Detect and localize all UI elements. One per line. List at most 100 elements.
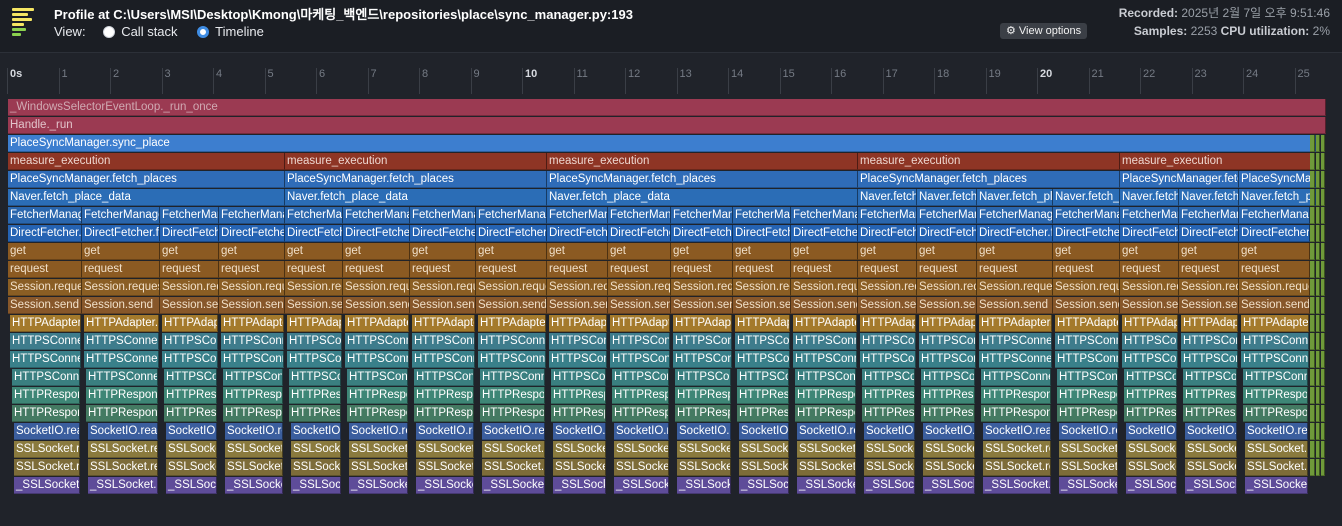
flame-frame[interactable]: get	[476, 243, 547, 260]
flame-frame[interactable]: Naver.fetch_place_data	[1239, 189, 1316, 206]
flame-frame[interactable]: HTTPSConnection.getresponse	[289, 369, 341, 386]
flame-frame[interactable]: HTTPSConnectionPool._make_request	[549, 351, 607, 368]
flame-frame[interactable]: get	[671, 243, 733, 260]
flame-frame[interactable]: get	[858, 243, 917, 260]
flame-frame[interactable]: request	[977, 261, 1053, 278]
flame-sliver[interactable]	[1316, 333, 1320, 350]
flame-frame[interactable]: HTTPResponse._read_status	[737, 405, 789, 422]
flame-frame[interactable]: HTTPSConnection.getresponse	[480, 369, 545, 386]
flame-frame[interactable]: Session.send	[476, 297, 547, 314]
flame-frame[interactable]: Naver.fetch_place_data	[858, 189, 917, 206]
flame-frame[interactable]: SocketIO.readinto	[739, 423, 789, 440]
flame-frame[interactable]: PlaceSyncManager.fetch_places	[285, 171, 547, 188]
flame-frame[interactable]: HTTPSConnectionPool.urlopen	[221, 333, 284, 350]
flame-sliver[interactable]	[1321, 387, 1325, 404]
flame-frame[interactable]: HTTPSConnectionPool._make_request	[610, 351, 670, 368]
flame-frame[interactable]: HTTPResponse.begin	[1124, 387, 1177, 404]
flame-frame[interactable]: Session.request	[917, 279, 977, 296]
flame-frame[interactable]: measure_execution	[1120, 153, 1314, 170]
flame-sliver[interactable]	[1310, 189, 1315, 206]
flame-sliver[interactable]	[1321, 243, 1325, 260]
flame-frame[interactable]: HTTPResponse._read_status	[795, 405, 856, 422]
flame-frame[interactable]: HTTPAdapter.send	[345, 315, 409, 332]
flame-frame[interactable]: HTTPSConnection.getresponse	[1243, 369, 1308, 386]
flame-frame[interactable]: HTTPAdapter.send	[1055, 315, 1119, 332]
flame-frame[interactable]: Session.request	[410, 279, 476, 296]
flame-frame[interactable]: FetcherManager.fetch	[547, 207, 608, 224]
flame-frame[interactable]: _SSLSocket.read	[1059, 477, 1118, 494]
flame-frame[interactable]: get	[608, 243, 671, 260]
flame-frame[interactable]: HTTPSConnectionPool._make_request	[1241, 351, 1309, 368]
flame-frame[interactable]: Session.send	[1179, 297, 1239, 314]
flame-frame[interactable]: SSLSocket.read	[14, 459, 80, 476]
flame-frame[interactable]: DirectFetcher.fetch	[1179, 225, 1239, 242]
flame-sliver[interactable]	[1321, 135, 1325, 152]
flame-sliver[interactable]	[1316, 225, 1320, 242]
flame-frame[interactable]: DirectFetcher.fetch	[791, 225, 858, 242]
flame-frame[interactable]: Naver.fetch_place_data	[8, 189, 285, 206]
flame-frame[interactable]: HTTPResponse.begin	[223, 387, 283, 404]
flame-frame[interactable]: HTTPSConnectionPool.urlopen	[735, 333, 790, 350]
flame-sliver[interactable]	[1316, 405, 1320, 422]
flame-sliver[interactable]	[1321, 333, 1325, 350]
flame-frame[interactable]: HTTPSConnectionPool._make_request	[793, 351, 857, 368]
flame-frame[interactable]: HTTPSConnectionPool.urlopen	[919, 333, 976, 350]
flame-frame[interactable]: HTTPResponse.begin	[1243, 387, 1308, 404]
flame-frame[interactable]: HTTPAdapter.send	[860, 315, 916, 332]
flame-frame[interactable]: SSLSocket.recv_into	[416, 441, 474, 458]
flame-frame[interactable]: Session.request	[160, 279, 219, 296]
flame-frame[interactable]: FetcherManager.fetch	[160, 207, 219, 224]
flame-frame[interactable]: FetcherManager.fetch	[608, 207, 671, 224]
flame-frame[interactable]: FetcherManager.fetch	[343, 207, 410, 224]
flame-frame[interactable]: _SSLSocket.read	[614, 477, 669, 494]
flame-frame[interactable]: HTTPResponse._read_status	[12, 405, 80, 422]
flame-frame[interactable]: FetcherManager.fetch	[219, 207, 285, 224]
flame-sliver[interactable]	[1321, 189, 1325, 206]
flame-sliver[interactable]	[1316, 189, 1320, 206]
flame-frame[interactable]: Session.send	[671, 297, 733, 314]
flame-sliver[interactable]	[1310, 297, 1315, 314]
flame-frame[interactable]: HTTPSConnectionPool.urlopen	[793, 333, 857, 350]
flame-frame[interactable]: _WindowsSelectorEventLoop._run_once	[8, 99, 1326, 116]
flame-frame[interactable]: HTTPSConnection.getresponse	[1124, 369, 1177, 386]
flame-frame[interactable]: Session.request	[1239, 279, 1310, 296]
flame-frame[interactable]: HTTPSConnectionPool._make_request	[860, 351, 916, 368]
flame-frame[interactable]: get	[917, 243, 977, 260]
flame-frame[interactable]: Session.request	[1120, 279, 1179, 296]
flame-frame[interactable]: HTTPResponse.begin	[862, 387, 915, 404]
flame-frame[interactable]: HTTPResponse._read_status	[1183, 405, 1237, 422]
flame-frame[interactable]: SSLSocket.recv_into	[1185, 441, 1237, 458]
flame-frame[interactable]: Naver.fetch_place_data	[547, 189, 858, 206]
flame-sliver[interactable]	[1316, 441, 1320, 458]
flame-frame[interactable]: get	[82, 243, 160, 260]
flame-frame[interactable]: Session.request	[671, 279, 733, 296]
flame-frame[interactable]: HTTPSConnectionPool._make_request	[735, 351, 790, 368]
flame-frame[interactable]: Naver.fetch_place_data	[1053, 189, 1120, 206]
flame-frame[interactable]: FetcherManager.fetch	[977, 207, 1053, 224]
flame-frame[interactable]: SSLSocket.recv_into	[1059, 441, 1118, 458]
flame-frame[interactable]: DirectFetcher.fetch	[671, 225, 733, 242]
flame-frame[interactable]: SocketIO.readinto	[797, 423, 856, 440]
flame-frame[interactable]: SocketIO.readinto	[225, 423, 283, 440]
flame-frame[interactable]: get	[977, 243, 1053, 260]
flame-frame[interactable]: HTTPSConnectionPool._make_request	[162, 351, 218, 368]
flame-sliver[interactable]	[1321, 369, 1325, 386]
flame-frame[interactable]: _SSLSocket.read	[14, 477, 80, 494]
flame-frame[interactable]: _SSLSocket.read	[1185, 477, 1237, 494]
flame-sliver[interactable]	[1310, 315, 1315, 332]
flame-sliver[interactable]	[1316, 207, 1320, 224]
flame-frame[interactable]: HTTPResponse._read_status	[289, 405, 341, 422]
flame-timeline[interactable]: _WindowsSelectorEventLoop._run_once Handl…	[0, 99, 1342, 526]
flame-frame[interactable]: get	[285, 243, 343, 260]
flame-frame[interactable]: HTTPResponse._read_status	[1243, 405, 1308, 422]
flame-frame[interactable]: SSLSocket.recv_into	[88, 441, 158, 458]
flame-frame[interactable]: Session.send	[1053, 297, 1120, 314]
flame-frame[interactable]: HTTPResponse._read_status	[551, 405, 606, 422]
flame-sliver[interactable]	[1310, 459, 1315, 476]
flame-sliver[interactable]	[1310, 261, 1315, 278]
flame-frame[interactable]: request	[1179, 261, 1239, 278]
flame-frame[interactable]: Session.request	[8, 279, 82, 296]
flame-frame[interactable]: SocketIO.readinto	[1245, 423, 1308, 440]
flame-frame[interactable]: request	[476, 261, 547, 278]
flame-sliver[interactable]	[1321, 315, 1325, 332]
